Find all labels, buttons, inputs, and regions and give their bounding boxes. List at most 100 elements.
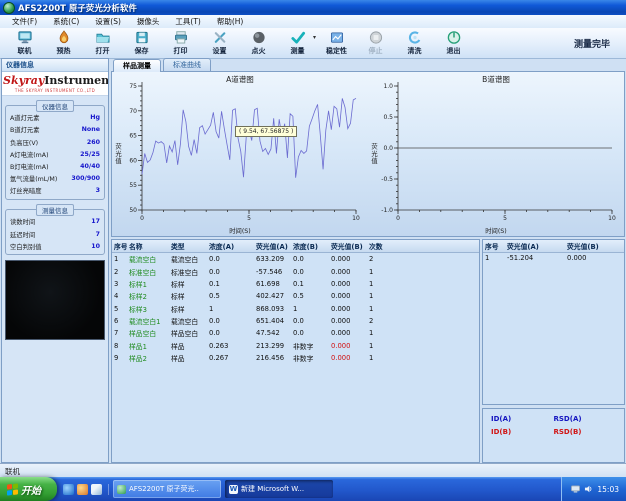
table-row[interactable]: 9样品2样品0.267216.456非数字0.0001 xyxy=(112,352,479,364)
table-row[interactable]: 7样品空白样品空白0.047.5420.00.0001 xyxy=(112,327,479,339)
table-row[interactable]: 3标样1标样0.161.6980.10.0001 xyxy=(112,278,479,290)
table-cell: 868.093 xyxy=(254,303,291,315)
table-cell: 0.000 xyxy=(329,327,367,339)
table-cell: 0.0 xyxy=(291,253,329,266)
table-row[interactable]: 6载流空白1载流空白0.0651.4040.00.0002 xyxy=(112,315,479,327)
table-cell: 7 xyxy=(112,327,127,339)
table-cell: 1 xyxy=(112,253,127,266)
exit-label: 退出 xyxy=(447,46,461,56)
table-cell: 1 xyxy=(367,327,397,339)
menu-settings[interactable]: 设置(S) xyxy=(87,16,129,27)
field-value: None xyxy=(82,126,100,133)
svg-text:5: 5 xyxy=(503,215,507,222)
measure-info-group-title: 测量信息 xyxy=(36,204,74,216)
svg-text:5: 5 xyxy=(247,215,251,222)
measure-button[interactable]: ▾ 测量 xyxy=(278,29,317,57)
table-row[interactable]: 1-51.2040.000 xyxy=(483,253,624,264)
table-cell: 1 xyxy=(483,253,505,264)
quick-launch xyxy=(57,484,109,495)
tray-device-icon[interactable] xyxy=(571,485,580,493)
tab-sample-measure[interactable]: 样品测量 xyxy=(113,59,161,72)
table-cell: 样品1 xyxy=(127,340,169,352)
afs-app-icon xyxy=(117,485,126,494)
field-row: 读数时间17 xyxy=(8,216,102,228)
table-row[interactable]: 8样品1样品0.263213.299非数字0.0001 xyxy=(112,340,479,352)
menu-bar: 文件(F) 系统(C) 设置(S) 摄像头 工具(T) 帮助(H) xyxy=(0,15,626,29)
menu-tools[interactable]: 工具(T) xyxy=(167,16,208,27)
settings-label: 设置 xyxy=(213,46,227,56)
table-row[interactable]: 4标样2标样0.5402.4270.50.0001 xyxy=(112,290,479,302)
tools-icon xyxy=(212,30,228,45)
measure-dropdown-arrow[interactable]: ▾ xyxy=(313,35,316,41)
connect-button[interactable]: 联机 xyxy=(5,29,44,57)
measure-status-text: 测量完毕 xyxy=(574,37,626,50)
print-label: 打印 xyxy=(174,46,188,56)
start-button[interactable]: 开始 xyxy=(0,477,57,501)
table-cell: 0.000 xyxy=(329,303,367,315)
task-word-label: 新建 Microsoft W... xyxy=(241,484,304,494)
show-desktop-icon[interactable] xyxy=(91,484,102,495)
field-label: B灯电流(mA) xyxy=(10,162,49,171)
svg-text:0.0: 0.0 xyxy=(383,145,393,152)
clean-button[interactable]: 清洗 xyxy=(395,29,434,57)
table-row[interactable]: 2标准空白标准空白0.0-57.5460.00.0001 xyxy=(112,265,479,277)
chart-a[interactable]: A道谱图 荧光值 时间(S) 7570656055500510 xyxy=(112,72,368,236)
field-row: 氩气流量(mL/M)300/900 xyxy=(8,172,102,184)
table-cell: 651.404 xyxy=(254,315,291,327)
measure-info-group: 测量信息 读数时间17延迟时间7空白判别值10 xyxy=(5,209,105,256)
table-cell: 载流空白 xyxy=(169,315,207,327)
field-label: A道灯元素 xyxy=(10,113,40,122)
menu-help[interactable]: 帮助(H) xyxy=(209,16,252,27)
sample-table-header-row: 序号名称类型浓度(A)荧光值(A)浓度(B)荧光值(B)次数 xyxy=(112,240,479,253)
power-icon xyxy=(446,30,462,45)
stability-button[interactable]: 稳定性 xyxy=(317,29,356,57)
table-cell: 标样 xyxy=(169,303,207,315)
table-cell: 9 xyxy=(112,352,127,364)
open-button[interactable]: 打开 xyxy=(83,29,122,57)
ignite-button[interactable]: 点火 xyxy=(239,29,278,57)
instrument-fields: A道灯元素HgB道灯元素None负高压(V)260A灯电流(mA)25/25B灯… xyxy=(8,112,102,197)
table-cell: 0.267 xyxy=(207,352,254,364)
field-label: A灯电流(mA) xyxy=(10,150,49,159)
svg-text:65: 65 xyxy=(129,133,137,140)
column-header: 浓度(A) xyxy=(207,240,254,253)
chart-canvas: 7570656055500510 xyxy=(112,72,368,236)
field-label: 负高压(V) xyxy=(10,138,38,147)
field-value: 260 xyxy=(87,139,100,146)
table-cell: 2 xyxy=(367,253,397,266)
print-button[interactable]: 打印 xyxy=(161,29,200,57)
table-row[interactable]: 1载流空白载流空白0.0633.2090.00.0002 xyxy=(112,253,479,266)
exit-button[interactable]: 退出 xyxy=(434,29,473,57)
task-button-afs[interactable]: AFS2200T 原子荧光.. xyxy=(113,480,221,498)
preheat-button[interactable]: 预热 xyxy=(44,29,83,57)
column-header: 浓度(B) xyxy=(291,240,329,253)
menu-file[interactable]: 文件(F) xyxy=(4,16,45,27)
save-button[interactable]: 保存 xyxy=(122,29,161,57)
svg-text:0.5: 0.5 xyxy=(383,114,393,121)
table-row[interactable]: 5标样3标样1868.09310.0001 xyxy=(112,303,479,315)
ie-icon[interactable] xyxy=(63,484,74,495)
table-cell: 0.0 xyxy=(207,327,254,339)
table-cell: 载流空白1 xyxy=(127,315,169,327)
chart-b[interactable]: B道谱图 荧光值 时间(S) 1.00.50.0-0.5-1.00510 xyxy=(368,72,624,236)
table-cell: 633.209 xyxy=(254,253,291,266)
table-cell: 1 xyxy=(291,303,329,315)
instrument-info-group-title: 仪器信息 xyxy=(36,100,74,112)
settings-button[interactable]: 设置 xyxy=(200,29,239,57)
messenger-icon[interactable] xyxy=(77,484,88,495)
chart-canvas: 1.00.50.0-0.5-1.00510 xyxy=(368,72,624,236)
volume-icon[interactable] xyxy=(584,485,593,493)
menu-system[interactable]: 系统(C) xyxy=(45,16,87,27)
table-cell: 0.0 xyxy=(291,265,329,277)
task-button-word[interactable]: W 新建 Microsoft W... xyxy=(225,480,333,498)
check-icon xyxy=(290,30,306,45)
brand-instrument: Instrument xyxy=(44,74,109,87)
menu-camera[interactable]: 摄像头 xyxy=(129,16,168,27)
clean-icon xyxy=(407,30,423,45)
tab-standard-curve[interactable]: 标准曲线 xyxy=(163,58,211,71)
monitor-icon xyxy=(17,30,33,45)
table-cell: 0.263 xyxy=(207,340,254,352)
field-row: B道灯元素None xyxy=(8,124,102,136)
table-cell: 0.1 xyxy=(291,278,329,290)
field-value: 3 xyxy=(96,187,100,194)
